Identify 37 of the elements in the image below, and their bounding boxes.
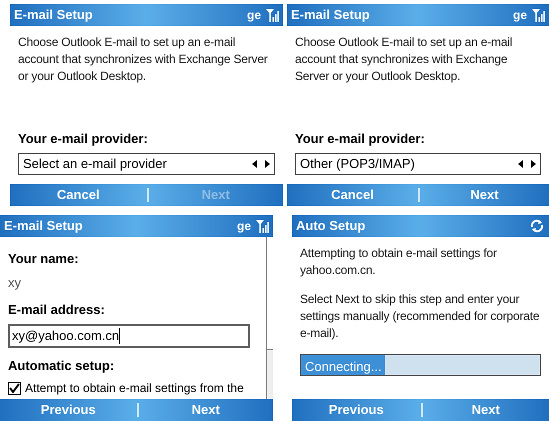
field-label: E-mail address: [8,301,106,319]
body-text: Choose Outlook E-mail to set up an e-mail account that synchronizes with Exchange Server or your Outlook Desktop. [295,34,514,85]
provider-picker[interactable]: Other (POP3/IMAP) [295,152,541,174]
left-right-arrows-icon [518,160,536,168]
field-label: Your name: [8,250,80,268]
scrollbar[interactable] [266,237,273,399]
left-right-arrows-icon [252,160,270,168]
sync-icon [529,219,545,233]
signal-icon [265,8,279,22]
softkey-button[interactable]: Next [420,185,549,205]
softkey-button[interactable]: Previous [292,400,420,420]
name-value: xy [8,274,22,292]
window-title: E-mail Setup [291,6,370,24]
window-title: E-mail Setup [14,6,93,24]
checkbox[interactable] [8,382,21,394]
body-text: Select Next to skip this step and enter your settings manually (recommended for corporate e-mail). [300,291,540,342]
softkey-button[interactable]: Cancel [10,185,146,205]
network-type-text: ge [512,7,527,24]
body-text: Choose Outlook E-mail to set up an e-mail account that synchronizes with Exchange Server or your Outlook Desktop. [18,34,269,85]
checkbox-label: Attempt to obtain e-mail settings from the [25,380,244,397]
progress-text: Connecting... [305,358,382,376]
provider-picker[interactable]: Select an e-mail provider [18,152,275,174]
softkey-button[interactable]: Next [422,400,549,420]
softkey-button[interactable]: Cancel [287,185,418,205]
window-title: Auto Setup [296,217,366,236]
field-label: Your e-mail provider: [18,130,149,148]
field-label: Your e-mail provider: [295,130,426,148]
field-label: Automatic setup: [8,356,116,375]
signal-icon [255,219,269,233]
network-type-text: ge [246,7,261,24]
body-text: Attempting to obtain e-mail settings for yahoo.com.cn. [300,245,498,279]
softkey-button[interactable]: Next [138,400,273,420]
email-input-field[interactable]: xy@yahoo.com.cn [8,324,250,348]
window-title: E-mail Setup [4,217,83,236]
softkey-button[interactable]: Previous [0,400,136,420]
network-type-text: ge [236,218,251,235]
signal-icon [531,8,545,22]
